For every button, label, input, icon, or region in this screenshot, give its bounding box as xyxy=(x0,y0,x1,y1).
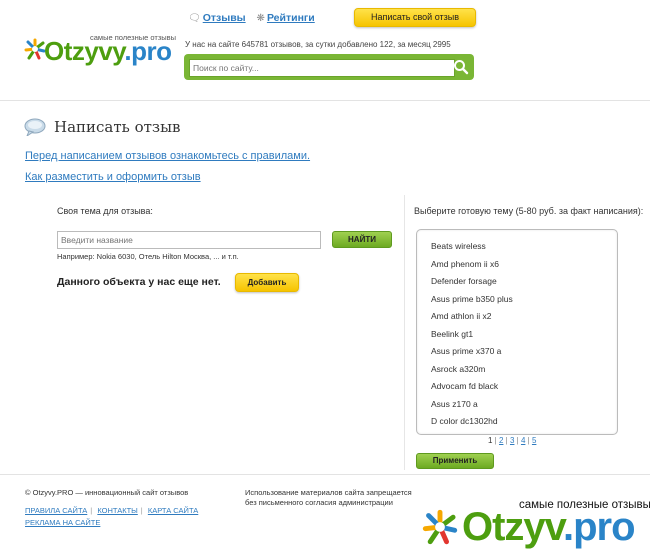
pagination: 1 | 2 | 3 | 4 | 5 xyxy=(488,436,537,445)
footer-contacts-link[interactable]: КОНТАКТЫ xyxy=(97,506,137,515)
topic-item[interactable]: Asrock a320m xyxy=(431,361,617,379)
choose-theme-label: Выберите готовую тему (5-80 руб. за факт… xyxy=(414,206,644,216)
footer-rules-link[interactable]: ПРАВИЛА САЙТА xyxy=(25,506,87,515)
footer-links: ПРАВИЛА САЙТА | КОНТАКТЫ | КАРТА САЙТА РЕК… xyxy=(25,506,199,527)
nav-reviews-link[interactable]: Отзывы xyxy=(203,12,246,24)
page-3[interactable]: 3 xyxy=(510,436,514,445)
copyright: © Otzyvy.PRO — инновационный сайт отзыво… xyxy=(25,488,189,497)
topic-item[interactable]: Asus prime x370 a xyxy=(431,343,617,361)
howto-link[interactable]: Как разместить и оформить отзыв xyxy=(25,171,201,183)
footer-divider xyxy=(0,474,650,475)
usage-notice: Использование материалов сайта запрещает… xyxy=(245,488,412,507)
topic-item[interactable]: D color dc1302hd xyxy=(431,413,617,431)
topic-item[interactable]: Beelink gt1 xyxy=(431,326,617,344)
watermark-wordmark: Otzyv.pro xyxy=(462,505,636,549)
footer-ads-link[interactable]: РЕКЛАМА НА САЙТЕ xyxy=(25,518,100,527)
header-divider xyxy=(0,100,650,101)
rules-link[interactable]: Перед написанием отзывов ознакомьтесь с … xyxy=(25,150,310,162)
topic-item[interactable]: Asus prime b350 plus xyxy=(431,291,617,309)
search-input[interactable] xyxy=(189,59,455,77)
topic-item[interactable]: Amd phenom ii x6 xyxy=(431,256,617,274)
page-1[interactable]: 1 xyxy=(488,436,492,445)
top-nav: 🗨 Отзывы ❋ Рейтинги xyxy=(188,12,323,24)
nav-ratings-link[interactable]: Рейтинги xyxy=(267,12,315,24)
site-logo[interactable]: самые полезные отзывы Otzyvy.pro xyxy=(24,33,176,70)
topic-item[interactable]: Defender forsage xyxy=(431,273,617,291)
watermark-logo: самые полезные отзывы Otzyv.pro xyxy=(418,497,650,550)
theme-name-input[interactable] xyxy=(57,231,321,249)
topic-item[interactable]: Beats wireless xyxy=(431,238,617,256)
add-button[interactable]: Добавить xyxy=(235,273,299,292)
footer-sitemap-link[interactable]: КАРТА САЙТА xyxy=(148,506,198,515)
topic-list[interactable]: Beats wireless Amd phenom ii x6 Defender… xyxy=(416,229,618,435)
watermark-burst-icon xyxy=(422,509,458,545)
apply-button[interactable]: Применить xyxy=(416,453,494,469)
column-divider xyxy=(404,195,405,470)
topic-item[interactable]: Asus z170 a xyxy=(431,396,617,414)
speech-bubble-icon: 🗨 xyxy=(188,13,201,24)
page-2[interactable]: 2 xyxy=(499,436,503,445)
search-bar xyxy=(184,54,474,80)
page-title: Написать отзыв xyxy=(54,118,181,136)
topic-item[interactable]: Advocam fd black xyxy=(431,378,617,396)
search-icon[interactable] xyxy=(453,59,469,75)
site-stats: У нас на сайте 645781 отзывов, за сутки … xyxy=(185,40,451,49)
logo-burst-icon xyxy=(24,38,46,60)
find-button[interactable]: НАЙТИ xyxy=(332,231,392,248)
no-object-text: Данного объекта у нас еще нет. xyxy=(57,276,221,288)
topic-item[interactable]: Amd athlon ii x2 xyxy=(431,308,617,326)
own-theme-label: Своя тема для отзыва: xyxy=(57,206,153,216)
write-review-button[interactable]: Написать свой отзыв xyxy=(354,8,476,27)
example-hint: Например: Nokia 6030, Отель Hilton Москв… xyxy=(57,252,239,261)
chat-bubble-icon xyxy=(24,118,46,136)
page-4[interactable]: 4 xyxy=(521,436,525,445)
star-icon: ❋ xyxy=(256,13,265,24)
logo-wordmark: Otzyvy.pro xyxy=(44,36,172,66)
page-5[interactable]: 5 xyxy=(532,436,536,445)
